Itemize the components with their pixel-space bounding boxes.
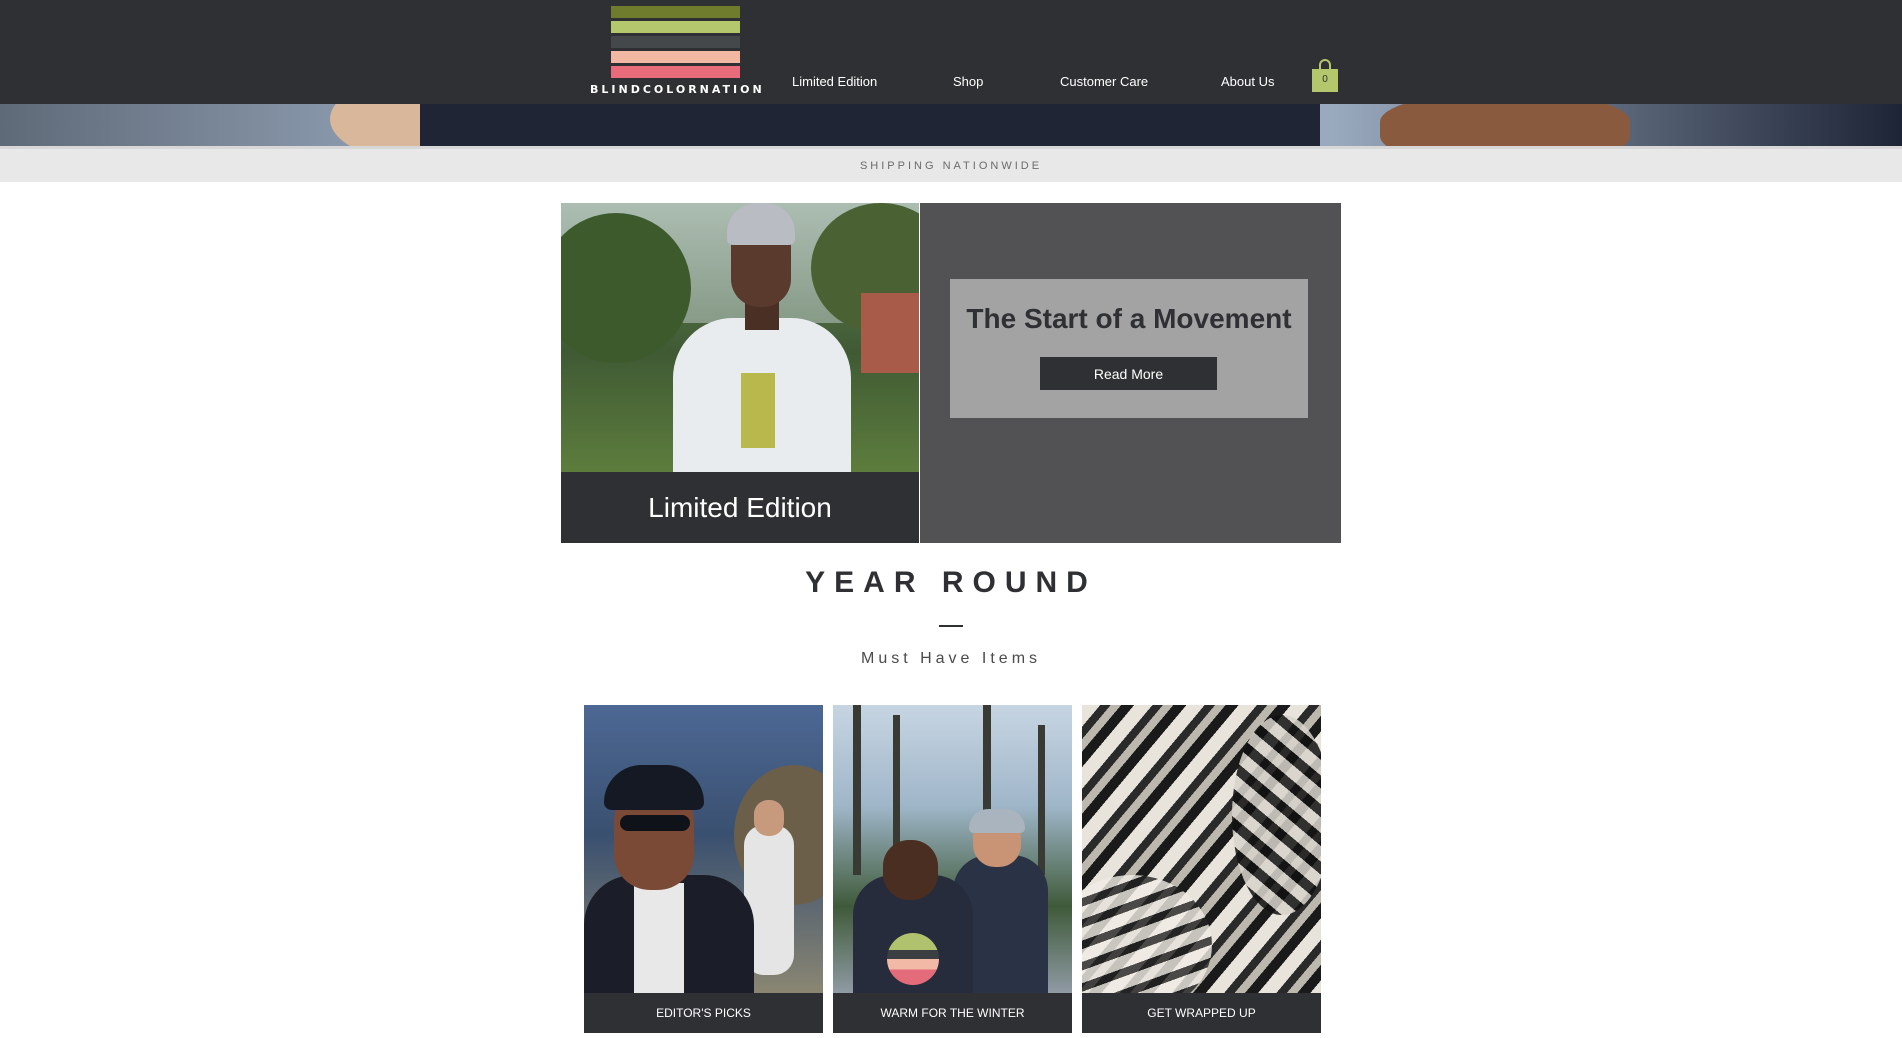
shipping-banner: SHIPPING NATIONWIDE <box>0 146 1902 182</box>
logo-stripes <box>611 6 740 78</box>
card-label: EDITOR'S PICKS <box>584 993 823 1033</box>
movement-headline: The Start of a Movement <box>966 303 1292 334</box>
read-more-button[interactable]: Read More <box>1040 357 1217 390</box>
card-label: GET WRAPPED UP <box>1082 993 1321 1033</box>
logo-stripe <box>611 21 740 33</box>
movement-box: The Start of a Movement Read More <box>950 279 1308 418</box>
movement-panel: The Start of a Movement Read More <box>920 203 1341 543</box>
site-header: BLINDCOLORNATION Limited Edition Shop Cu… <box>0 0 1902 104</box>
card-image <box>584 705 823 993</box>
cart-count: 0 <box>1322 74 1328 85</box>
nav-limited-edition[interactable]: Limited Edition <box>792 74 877 89</box>
logo-stripe <box>611 36 740 48</box>
shipping-banner-text: SHIPPING NATIONWIDE <box>859 160 1043 172</box>
section-title: YEAR ROUND <box>805 566 1097 599</box>
nav-shop[interactable]: Shop <box>953 74 983 89</box>
feature-section: Limited Edition The Start of a Movement … <box>561 203 1341 543</box>
collection-cards: EDITOR'S PICKS WARM FOR THE WINTER GET W… <box>584 705 1322 1033</box>
card-image <box>1082 705 1321 993</box>
hero-shape <box>420 104 1320 146</box>
card-image <box>833 705 1072 993</box>
logo-stripe <box>611 51 740 63</box>
cart-button[interactable]: 0 <box>1311 59 1339 93</box>
nav-about-us[interactable]: About Us <box>1221 74 1274 89</box>
limited-edition-caption: Limited Edition <box>561 472 919 543</box>
section-divider <box>939 625 963 627</box>
main-nav: Limited Edition Shop Customer Care About… <box>0 74 1400 94</box>
section-subtitle: Must Have Items <box>860 650 1042 667</box>
card-warm-for-the-winter[interactable]: WARM FOR THE WINTER <box>833 705 1072 1033</box>
hero-shape <box>1380 104 1630 146</box>
nav-customer-care[interactable]: Customer Care <box>1060 74 1148 89</box>
limited-edition-photo <box>561 203 919 472</box>
card-label: WARM FOR THE WINTER <box>833 993 1072 1033</box>
card-editors-picks[interactable]: EDITOR'S PICKS <box>584 705 823 1033</box>
hero-image-strip <box>0 104 1902 146</box>
logo-stripe <box>611 6 740 18</box>
card-get-wrapped-up[interactable]: GET WRAPPED UP <box>1082 705 1321 1033</box>
limited-edition-tile[interactable]: Limited Edition <box>561 203 919 543</box>
